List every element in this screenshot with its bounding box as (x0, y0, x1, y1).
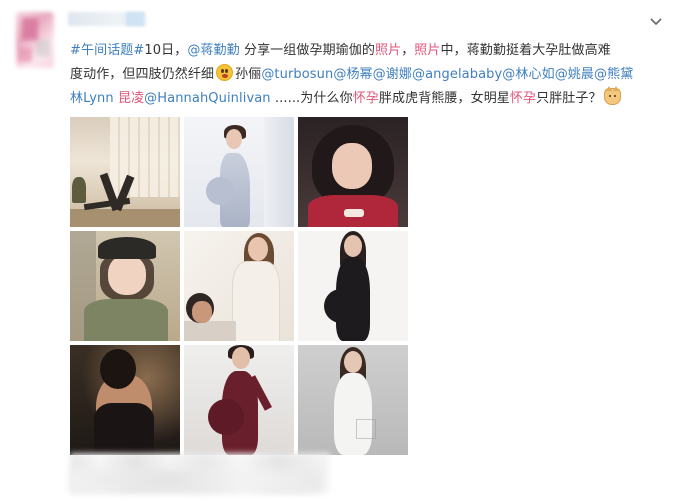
post-text-segment: 度动作，但四肢仍然纤细 (70, 67, 215, 82)
backdrop-shape (264, 117, 294, 227)
logo-shape (344, 209, 364, 217)
head-shape (226, 129, 242, 149)
mention-link[interactable]: @谢娜 (373, 67, 412, 82)
hashtag-link[interactable]: #午间话题# (70, 43, 144, 58)
post-text-segment: ， (401, 43, 415, 58)
avatar-blur-block (18, 48, 32, 62)
avatar-blur-block (22, 18, 38, 40)
name-highlight[interactable]: 昆凌 (114, 91, 144, 106)
bump-shape (324, 289, 358, 323)
photo-black-dress[interactable] (298, 231, 408, 341)
photo-burgundy-dress[interactable] (184, 345, 294, 455)
shirt-shape (232, 261, 280, 341)
photo-military-cap[interactable] (70, 231, 180, 341)
dress-shape (334, 373, 372, 455)
cat-face-emoji-icon (603, 86, 621, 105)
post-text-segment: ......为什么你 (270, 91, 353, 106)
post-text-segment: 胖成虎背熊腰，女明星 (378, 91, 510, 106)
post-text-segment: 只胖肚子？ (536, 91, 602, 106)
photo-selfie-red[interactable] (298, 117, 408, 227)
mention-link[interactable]: @杨幂 (333, 67, 372, 82)
mention-link[interactable]: @姚晨 (555, 67, 594, 82)
blurred-badge (126, 12, 144, 26)
chevron-down-icon[interactable] (648, 14, 664, 30)
photo-couple[interactable] (184, 231, 294, 341)
plant-shape (72, 177, 86, 203)
head-shape (232, 347, 250, 369)
mention-link[interactable]: @林心如 (502, 67, 554, 82)
watermark-box (356, 419, 376, 439)
mention-link[interactable]: @熊黛 (594, 67, 633, 82)
face-shape (332, 143, 372, 189)
keyword-link[interactable]: 照片 (375, 43, 401, 58)
cap-shape (98, 237, 156, 259)
mention-link[interactable]: @angelababy (412, 67, 502, 82)
head-shape (344, 351, 362, 373)
head-shape (248, 237, 268, 261)
mention-link[interactable]: @HannahQuinlivan (144, 91, 270, 106)
post-text-segment: 中，蒋勤勤挺着大孕肚做高难 (440, 43, 611, 58)
head-shape (344, 235, 362, 257)
bump-shape (206, 177, 234, 205)
post-text-segment: 分享一组做孕期瑜伽的 (239, 43, 375, 58)
figure-shape (184, 321, 236, 341)
mention-link[interactable]: @蒋勤勤 (187, 43, 239, 58)
keyword-link[interactable]: 怀孕 (510, 91, 536, 106)
lace-shape (94, 403, 154, 455)
post-text-segment: 孙俪 (235, 67, 262, 82)
weibo-post-card: #午间话题#10日，@蒋勤勤 分享一组做孕期瑜伽的照片，照片中，蒋勤勤挺着大孕肚… (0, 0, 682, 501)
blurred-footer (70, 470, 320, 492)
photo-yoga[interactable] (70, 117, 180, 227)
window-shape (110, 117, 180, 197)
photo-white-gown[interactable] (298, 345, 408, 455)
keyword-link[interactable]: 照片 (414, 43, 440, 58)
surprised-face-emoji-icon (216, 64, 234, 81)
mention-link-continued[interactable]: 林Lynn (70, 91, 114, 106)
photo-dark-lingerie[interactable] (70, 345, 180, 455)
post-text-segment: 10日， (144, 43, 188, 58)
photo-white-dress[interactable] (184, 117, 294, 227)
bump-shape (208, 399, 244, 435)
keyword-link[interactable]: 怀孕 (353, 91, 379, 106)
hair-shape (100, 349, 136, 389)
face-shape (108, 255, 146, 295)
coat-shape (84, 299, 168, 341)
mention-link[interactable]: @turbosun (261, 67, 333, 82)
post-body-text: #午间话题#10日，@蒋勤勤 分享一组做孕期瑜伽的照片，照片中，蒋勤勤挺着大孕肚… (70, 39, 650, 111)
user-avatar[interactable] (16, 12, 54, 68)
avatar-blur-block (36, 40, 50, 56)
face-shape (192, 301, 212, 323)
floor-shape (70, 209, 180, 227)
